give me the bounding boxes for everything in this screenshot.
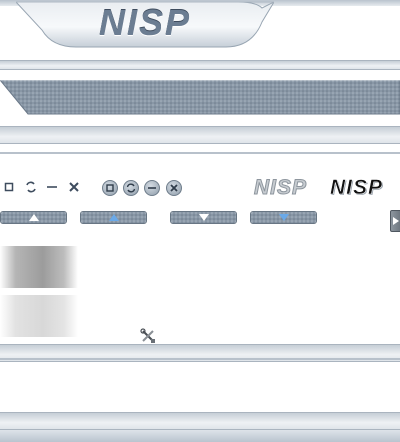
minimize-icon xyxy=(148,187,156,189)
scroll-right-button[interactable] xyxy=(390,210,400,232)
maximize-button[interactable] xyxy=(2,180,16,194)
maximize-button-round[interactable] xyxy=(102,180,118,196)
restore-button[interactable] xyxy=(24,180,38,194)
divider-line xyxy=(0,358,400,360)
close-icon xyxy=(69,182,79,192)
scroll-up-button-active[interactable] xyxy=(80,211,147,224)
arrow-down-icon xyxy=(198,214,209,221)
arrow-up-icon xyxy=(28,214,39,221)
minimize-button[interactable] xyxy=(45,180,59,194)
close-button[interactable] xyxy=(67,180,81,194)
restore-icon xyxy=(26,181,36,193)
separator-bar xyxy=(0,126,400,144)
restore-button-round[interactable] xyxy=(123,180,139,196)
minimize-button-round[interactable] xyxy=(144,180,160,196)
scroll-down-button-active[interactable] xyxy=(250,211,317,224)
minimize-icon xyxy=(47,186,57,188)
arrow-right-icon xyxy=(393,217,399,225)
divider-line xyxy=(0,152,400,154)
gradient-swatch-dark xyxy=(0,246,78,288)
separator-bar xyxy=(0,60,400,70)
gradient-swatch-light xyxy=(0,295,78,337)
header-tab: NISP xyxy=(16,0,274,49)
nisp-logo: NISP xyxy=(98,2,192,43)
nisp-logo-black: NISP xyxy=(330,176,384,200)
arrow-down-icon xyxy=(278,214,289,221)
restore-icon xyxy=(126,183,136,193)
maximize-icon xyxy=(106,184,114,192)
close-button-round[interactable] xyxy=(166,180,182,196)
separator-bar xyxy=(0,412,400,430)
scroll-up-button[interactable] xyxy=(0,211,67,224)
footer-band xyxy=(0,430,400,442)
maximize-icon xyxy=(4,182,14,192)
tools-icon[interactable] xyxy=(140,328,156,344)
arrow-up-icon xyxy=(108,214,119,221)
close-icon xyxy=(170,184,178,192)
scroll-down-button[interactable] xyxy=(170,211,237,224)
title-banner xyxy=(0,80,400,116)
nisp-logo-grey: NISP xyxy=(253,176,308,200)
